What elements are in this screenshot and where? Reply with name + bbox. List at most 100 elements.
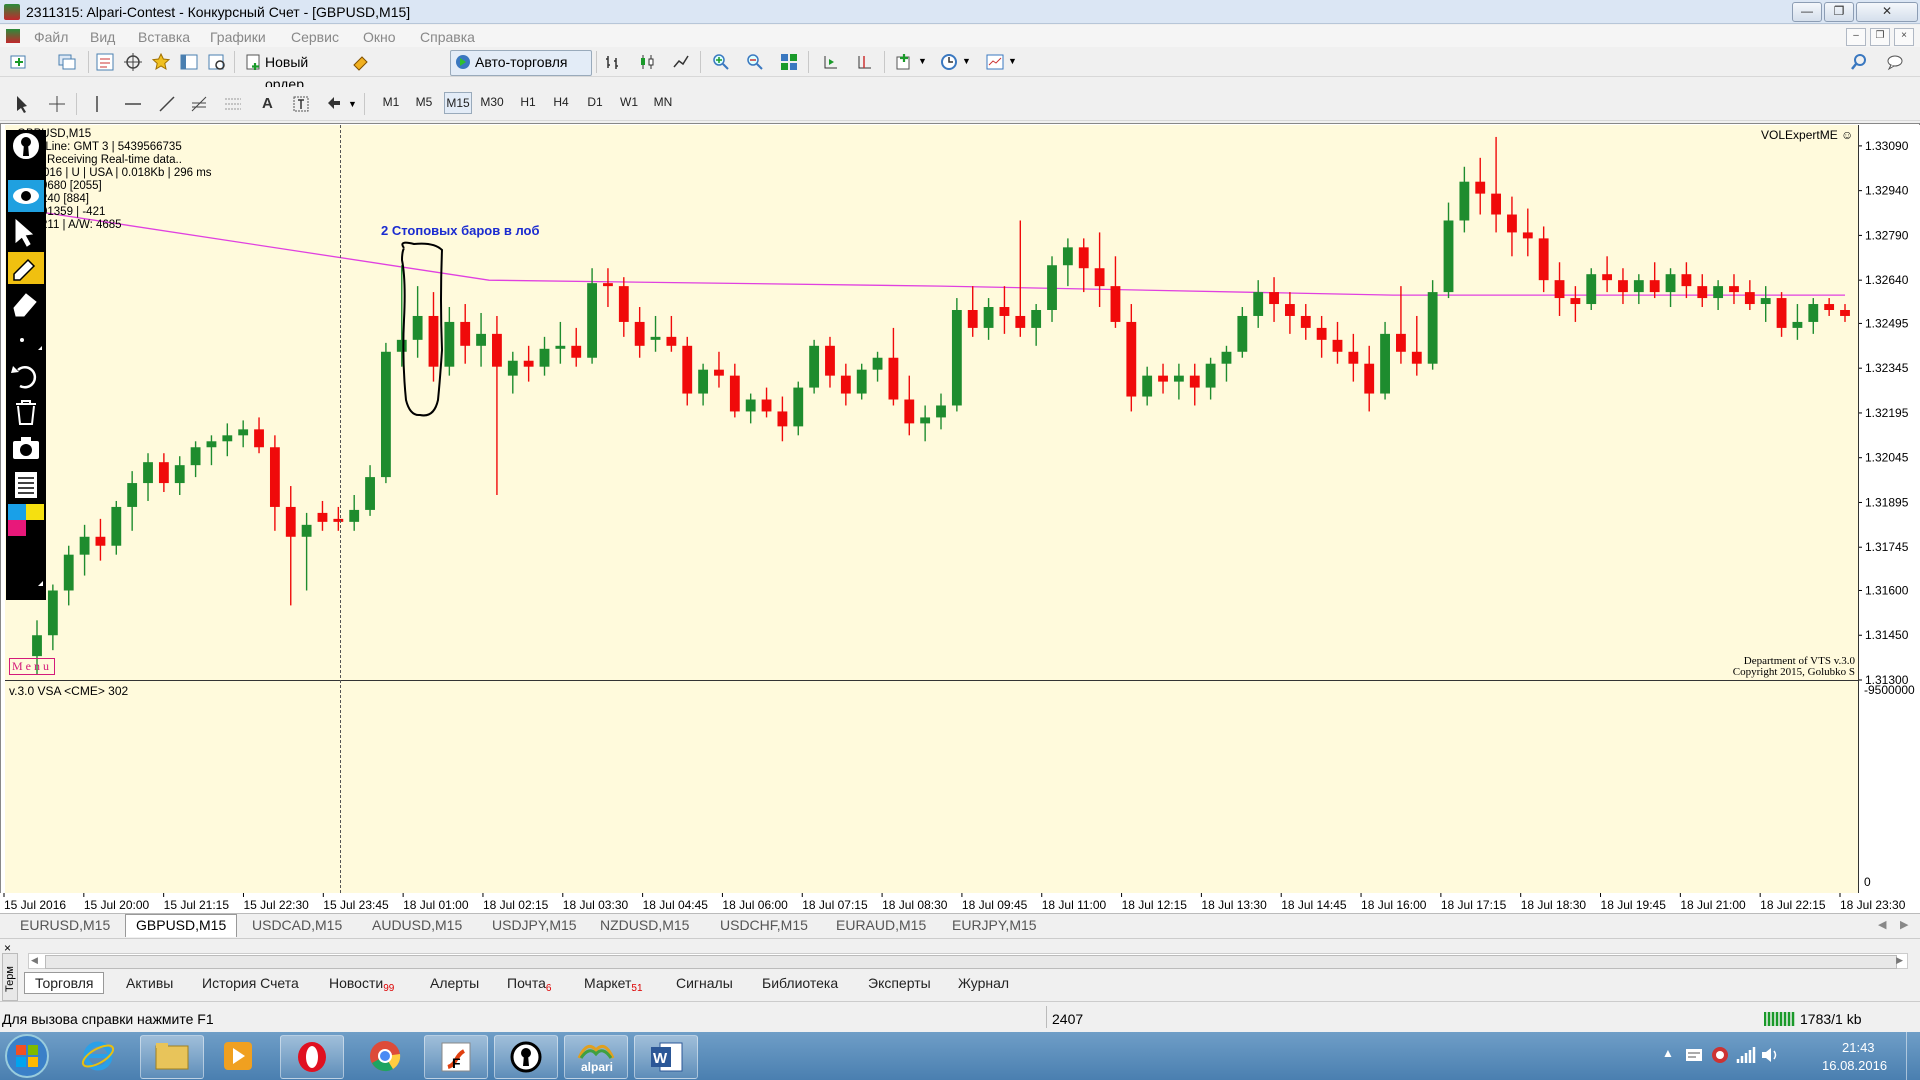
tab-audusd[interactable]: AUDUSD,M15 — [372, 917, 462, 933]
new-chart-icon[interactable] — [10, 53, 28, 71]
undo-icon[interactable] — [8, 360, 44, 392]
timeframe-m1[interactable]: M1 — [378, 92, 404, 112]
price-chart-area[interactable]: GBPUSD,M15 Time Line: GMT 3 | 5439566735… — [5, 125, 1858, 680]
eraser-icon[interactable] — [8, 288, 44, 320]
terminal-scrollbar[interactable]: ◀ ▶ — [28, 953, 1908, 969]
favorites-icon[interactable] — [152, 53, 170, 71]
dot-size-icon[interactable] — [8, 324, 44, 356]
mdi-restore-button[interactable]: ❐ — [1870, 28, 1890, 46]
tray-action-center-icon[interactable] — [1684, 1045, 1704, 1065]
tab-usdchf[interactable]: USDCHF,M15 — [720, 917, 808, 933]
text-tool-icon[interactable]: A — [262, 95, 273, 112]
periods-icon[interactable] — [940, 53, 958, 71]
terminal-tab-mail[interactable]: Почта6 — [507, 975, 551, 994]
tab-nzdusd[interactable]: NZDUSD,M15 — [600, 917, 689, 933]
terminal-tab-news[interactable]: Новости99 — [329, 975, 394, 994]
media-player-icon[interactable] — [222, 1040, 254, 1072]
taskbar-word[interactable]: W — [634, 1035, 698, 1079]
search-icon[interactable] — [1850, 53, 1868, 71]
start-button-icon[interactable] — [4, 1033, 50, 1079]
equidistant-channel-icon[interactable] — [224, 95, 242, 113]
pencil-icon[interactable] — [8, 252, 44, 284]
tabs-scroll-right-icon[interactable]: ▶ — [1900, 918, 1908, 931]
vertical-line-icon[interactable] — [88, 95, 106, 113]
timeframe-d1[interactable]: D1 — [582, 92, 608, 112]
metaeditor-icon[interactable] — [352, 53, 370, 71]
trash-icon[interactable] — [8, 396, 44, 428]
strategy-tester-icon[interactable] — [208, 53, 226, 71]
tab-gbpusd[interactable]: GBPUSD,M15 — [125, 914, 238, 937]
taskbar-opera[interactable] — [280, 1035, 344, 1079]
resize-grip-icon[interactable] — [8, 566, 44, 598]
indicators-icon[interactable] — [896, 53, 914, 71]
line-chart-icon[interactable] — [672, 53, 690, 71]
crosshair-icon[interactable] — [48, 95, 66, 113]
chat-icon[interactable] — [1886, 53, 1904, 71]
tabs-scroll-left-icon[interactable]: ◀ — [1878, 918, 1886, 931]
indicator-subwindow[interactable]: v.3.0 VSA <CME> 302 — [5, 681, 1858, 893]
zoom-out-icon[interactable] — [746, 53, 764, 71]
tab-eurjpy[interactable]: EURJPY,M15 — [952, 917, 1037, 933]
menu-view[interactable]: Вид — [90, 29, 115, 45]
terminal-tab-history[interactable]: История Счета — [202, 975, 299, 991]
taskbar-explorer[interactable] — [140, 1035, 204, 1079]
chart-menu-icon[interactable] — [6, 29, 20, 43]
connection-bars-icon[interactable] — [1764, 1010, 1796, 1026]
templates-icon[interactable] — [986, 53, 1004, 71]
tab-usdcad[interactable]: USDCAD,M15 — [252, 917, 342, 933]
chart-shift-icon[interactable] — [856, 53, 874, 71]
internet-explorer-icon[interactable] — [80, 1038, 116, 1074]
chrome-icon[interactable] — [368, 1039, 402, 1073]
close-button[interactable]: ✕ — [1856, 2, 1918, 22]
mdi-minimize-button[interactable]: – — [1846, 28, 1866, 46]
menu-service[interactable]: Сервис — [291, 29, 339, 45]
tile-windows-icon[interactable] — [780, 53, 798, 71]
arrows-icon[interactable] — [326, 95, 344, 113]
menu-window[interactable]: Окно — [363, 29, 396, 45]
menu-file[interactable]: Файл — [34, 29, 68, 45]
tray-expand-icon[interactable]: ▲ — [1662, 1046, 1674, 1060]
timeframe-h1[interactable]: H1 — [515, 92, 541, 112]
profiles-icon[interactable] — [58, 53, 76, 71]
timeframe-h4[interactable]: H4 — [548, 92, 574, 112]
autoscroll-icon[interactable] — [822, 53, 840, 71]
tray-volume-icon[interactable] — [1760, 1045, 1780, 1065]
terminal-tab-market[interactable]: Маркет51 — [584, 975, 643, 994]
select-arrow-icon[interactable] — [8, 216, 44, 248]
keyhole-logo-icon[interactable] — [8, 130, 44, 162]
terminal-tab-library[interactable]: Библиотека — [762, 975, 838, 991]
eye-icon[interactable] — [8, 180, 44, 212]
notes-icon[interactable] — [8, 468, 44, 500]
templates-dropdown-icon[interactable]: ▼ — [1008, 56, 1017, 66]
terminal-tab-alerts[interactable]: Алерты — [430, 975, 479, 991]
menu-charts[interactable]: Графики — [210, 29, 266, 45]
terminal-tab-signals[interactable]: Сигналы — [676, 975, 733, 991]
terminal-tab-assets[interactable]: Активы — [126, 975, 173, 991]
terminal-window-icon[interactable] — [180, 53, 198, 71]
text-label-icon[interactable] — [292, 95, 310, 113]
taskbar-flash[interactable]: F — [424, 1035, 488, 1079]
periods-dropdown-icon[interactable]: ▼ — [962, 56, 971, 66]
tray-network-icon[interactable] — [1736, 1045, 1756, 1065]
timeframe-mn[interactable]: MN — [650, 92, 676, 112]
tab-usdjpy[interactable]: USDJPY,M15 — [492, 917, 577, 933]
minimize-button[interactable]: — — [1792, 2, 1822, 22]
timeframe-w1[interactable]: W1 — [616, 92, 642, 112]
fibonacci-icon[interactable] — [190, 95, 208, 113]
autotrade-button[interactable]: Авто-торговля — [450, 50, 592, 76]
tab-eurusd[interactable]: EURUSD,M15 — [20, 917, 110, 933]
time-scale[interactable]: 15 Jul 2016 15 Jul 20:00 15 Jul 21:15 15 Ju… — [0, 893, 1920, 913]
scroll-thumb[interactable] — [45, 955, 1897, 969]
terminal-tab-trade[interactable]: Торговля — [24, 972, 105, 994]
scroll-left-icon[interactable]: ◀ — [31, 955, 38, 966]
mdi-close-button[interactable]: × — [1894, 28, 1914, 46]
camera-icon[interactable] — [8, 432, 44, 464]
tray-time[interactable]: 21:43 — [1842, 1040, 1875, 1055]
color-palette-icon[interactable] — [8, 504, 44, 536]
candle-chart-icon[interactable] — [638, 53, 656, 71]
trendline-icon[interactable] — [158, 95, 176, 113]
timeframe-m15[interactable]: M15 — [444, 92, 472, 114]
arrows-dropdown-icon[interactable]: ▼ — [348, 99, 357, 109]
terminal-tab-journal[interactable]: Журнал — [958, 975, 1009, 991]
price-scale[interactable]: 1.33090 1.32940 1.32790 1.32640 1.32495 1.323… — [1858, 125, 1920, 893]
